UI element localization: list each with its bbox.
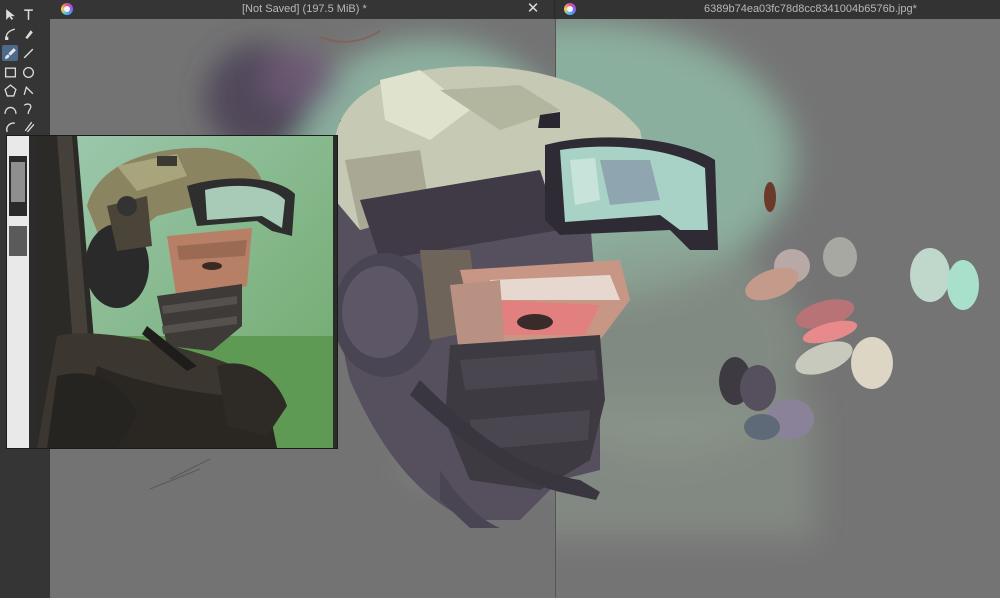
reference-image-docker[interactable]: [6, 135, 338, 449]
reference-photo: [37, 136, 333, 448]
reference-thumbnail-strip[interactable]: [7, 136, 29, 448]
swatch: [764, 182, 776, 212]
